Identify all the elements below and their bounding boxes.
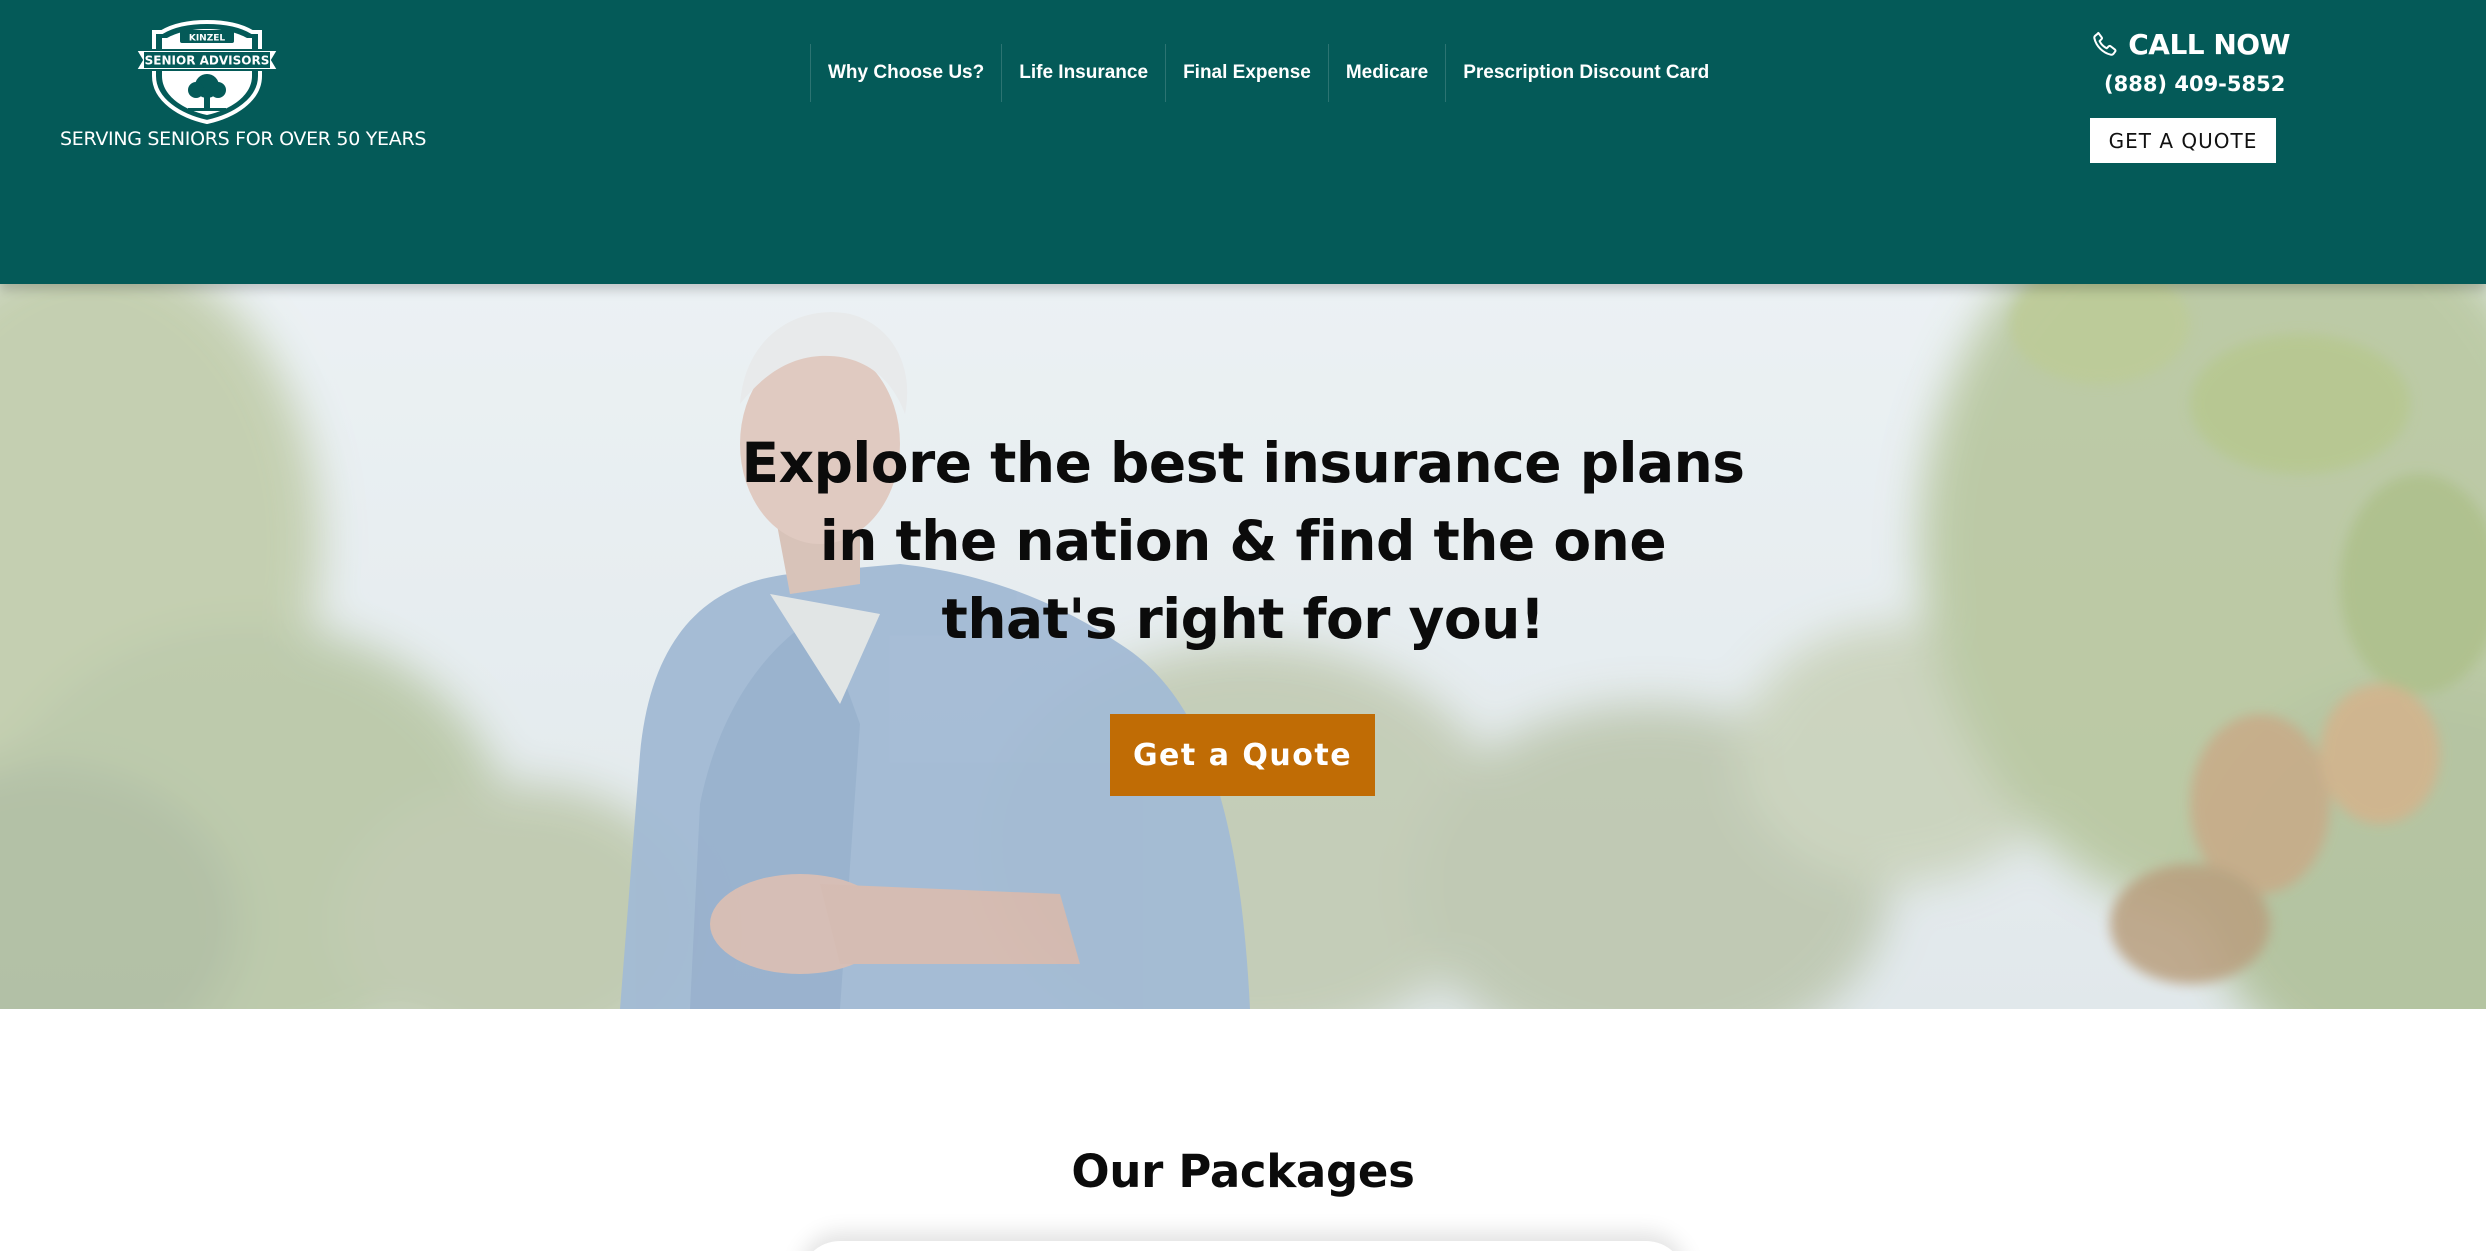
hero-heading-line-3: that's right for you! <box>941 587 1545 651</box>
nav-item-why-choose-us[interactable]: Why Choose Us? <box>810 44 1001 102</box>
logo-badge-icon: KINZEL SENIOR ADVISORS <box>134 20 280 124</box>
package-card <box>800 1241 1686 1251</box>
call-now-label: CALL NOW <box>2128 27 2290 61</box>
phone-number[interactable]: (888) 409-5852 <box>2104 72 2285 96</box>
call-now-link[interactable]: CALL NOW <box>2090 22 2290 66</box>
hero-section: Explore the best insurance plans in the … <box>0 284 2486 1009</box>
logo-tagline: SERVING SENIORS FOR OVER 50 YEARS <box>60 128 427 150</box>
call-block: CALL NOW (888) 409-5852 GET A QUOTE <box>2090 22 2290 163</box>
site-logo[interactable]: KINZEL SENIOR ADVISORS SERVING SENIORS F… <box>60 20 427 160</box>
svg-text:SENIOR ADVISORS: SENIOR ADVISORS <box>145 54 270 68</box>
header-get-quote-button[interactable]: GET A QUOTE <box>2090 118 2276 163</box>
svg-text:KINZEL: KINZEL <box>189 34 226 44</box>
nav-item-prescription-discount-card[interactable]: Prescription Discount Card <box>1445 44 1726 102</box>
site-header: KINZEL SENIOR ADVISORS SERVING SENIORS F… <box>0 0 2486 284</box>
phone-icon <box>2093 31 2117 56</box>
main-nav: Why Choose Us? Life Insurance Final Expe… <box>810 44 1726 102</box>
nav-item-life-insurance[interactable]: Life Insurance <box>1001 44 1165 102</box>
packages-section: Our Packages <box>0 1009 2486 1251</box>
hero-heading-line-2: in the nation & find the one <box>819 509 1667 573</box>
nav-item-final-expense[interactable]: Final Expense <box>1165 44 1328 102</box>
hero-heading-line-1: Explore the best insurance plans <box>741 431 1745 495</box>
hero-get-quote-button[interactable]: Get a Quote <box>1110 714 1375 796</box>
nav-item-medicare[interactable]: Medicare <box>1327 44 1445 102</box>
packages-title: Our Packages <box>1071 1145 1415 1198</box>
hero-heading: Explore the best insurance plans in the … <box>643 424 1843 658</box>
